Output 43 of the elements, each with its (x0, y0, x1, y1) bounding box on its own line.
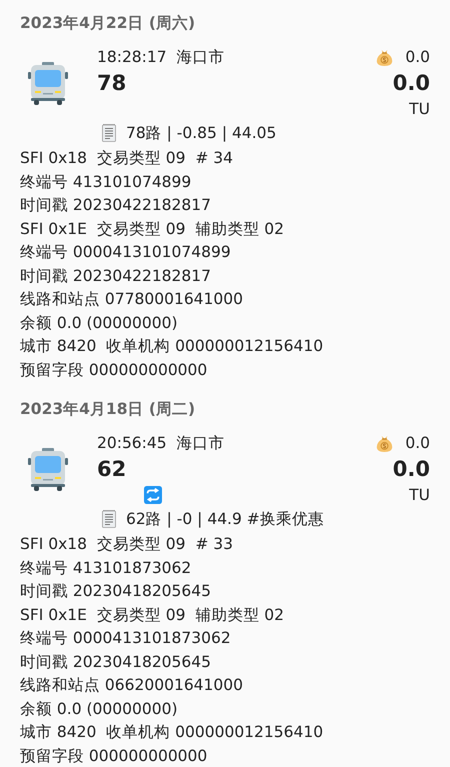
detail-line: 余额 0.0 (00000000) (20, 312, 178, 334)
detail-line: SFI 0x1E 交易类型 09 辅助类型 02 (20, 218, 285, 240)
detail-line: 终端号 0000413101873062 (20, 628, 232, 649)
summary-text: 62路 | -0 | 44.9 #换乘优惠 (126, 508, 324, 530)
detail-line: 时间戳 20230418205645 (20, 652, 212, 672)
detail-line: 线路和站点 07780001641000 (20, 289, 244, 310)
city-text: 海口市 (176, 47, 225, 68)
bus-icon (28, 448, 68, 492)
route-number: 62 (97, 456, 128, 483)
balance-text: 0.0 (392, 70, 430, 97)
detail-line: 时间戳 20230422182817 (20, 195, 212, 216)
detail-line: 预留字段 000000000000 (20, 360, 208, 380)
summary-text: 78路 | -0.85 | 44.05 (126, 122, 276, 144)
detail-line: 时间戳 20230418205645 (20, 581, 212, 602)
detail-line: 时间戳 20230422182817 (20, 266, 212, 286)
detail-line: 终端号 413101873062 (20, 558, 192, 578)
route-number: 78 (97, 70, 128, 97)
amount-text: 0.0 (405, 434, 430, 452)
detail-line: 城市 8420 收单机构 000000012156410 (20, 722, 324, 743)
transfer-icon (144, 486, 162, 504)
receipt-icon (102, 124, 116, 142)
detail-line: SFI 0x1E 交易类型 09 辅助类型 02 (20, 604, 285, 626)
bus-icon (28, 62, 68, 106)
amount-text: 0.0 (405, 48, 430, 66)
detail-line: 预留字段 000000000000 (20, 746, 208, 766)
money-bag-icon (376, 48, 394, 66)
time-text: 18:28:17 (97, 47, 167, 68)
date-header: 2023年4月18日 (周二) (19, 399, 196, 420)
unit-text: TU (409, 485, 430, 506)
balance-text: 0.0 (392, 456, 430, 483)
unit-text: TU (409, 99, 430, 120)
receipt-icon (102, 510, 116, 528)
detail-line: 城市 8420 收单机构 000000012156410 (20, 336, 324, 357)
date-header: 2023年4月22日 (周六) (19, 13, 196, 34)
detail-line: 终端号 413101074899 (20, 172, 192, 192)
detail-line: 余额 0.0 (00000000) (20, 698, 178, 720)
detail-line: 线路和站点 06620001641000 (20, 675, 244, 696)
time-text: 20:56:45 (97, 433, 167, 454)
detail-line: 终端号 0000413101074899 (20, 242, 232, 263)
money-bag-icon (376, 434, 394, 452)
detail-line: SFI 0x18 交易类型 09 # 34 (20, 148, 234, 169)
city-text: 海口市 (176, 433, 225, 454)
detail-line: SFI 0x18 交易类型 09 # 33 (20, 534, 234, 555)
